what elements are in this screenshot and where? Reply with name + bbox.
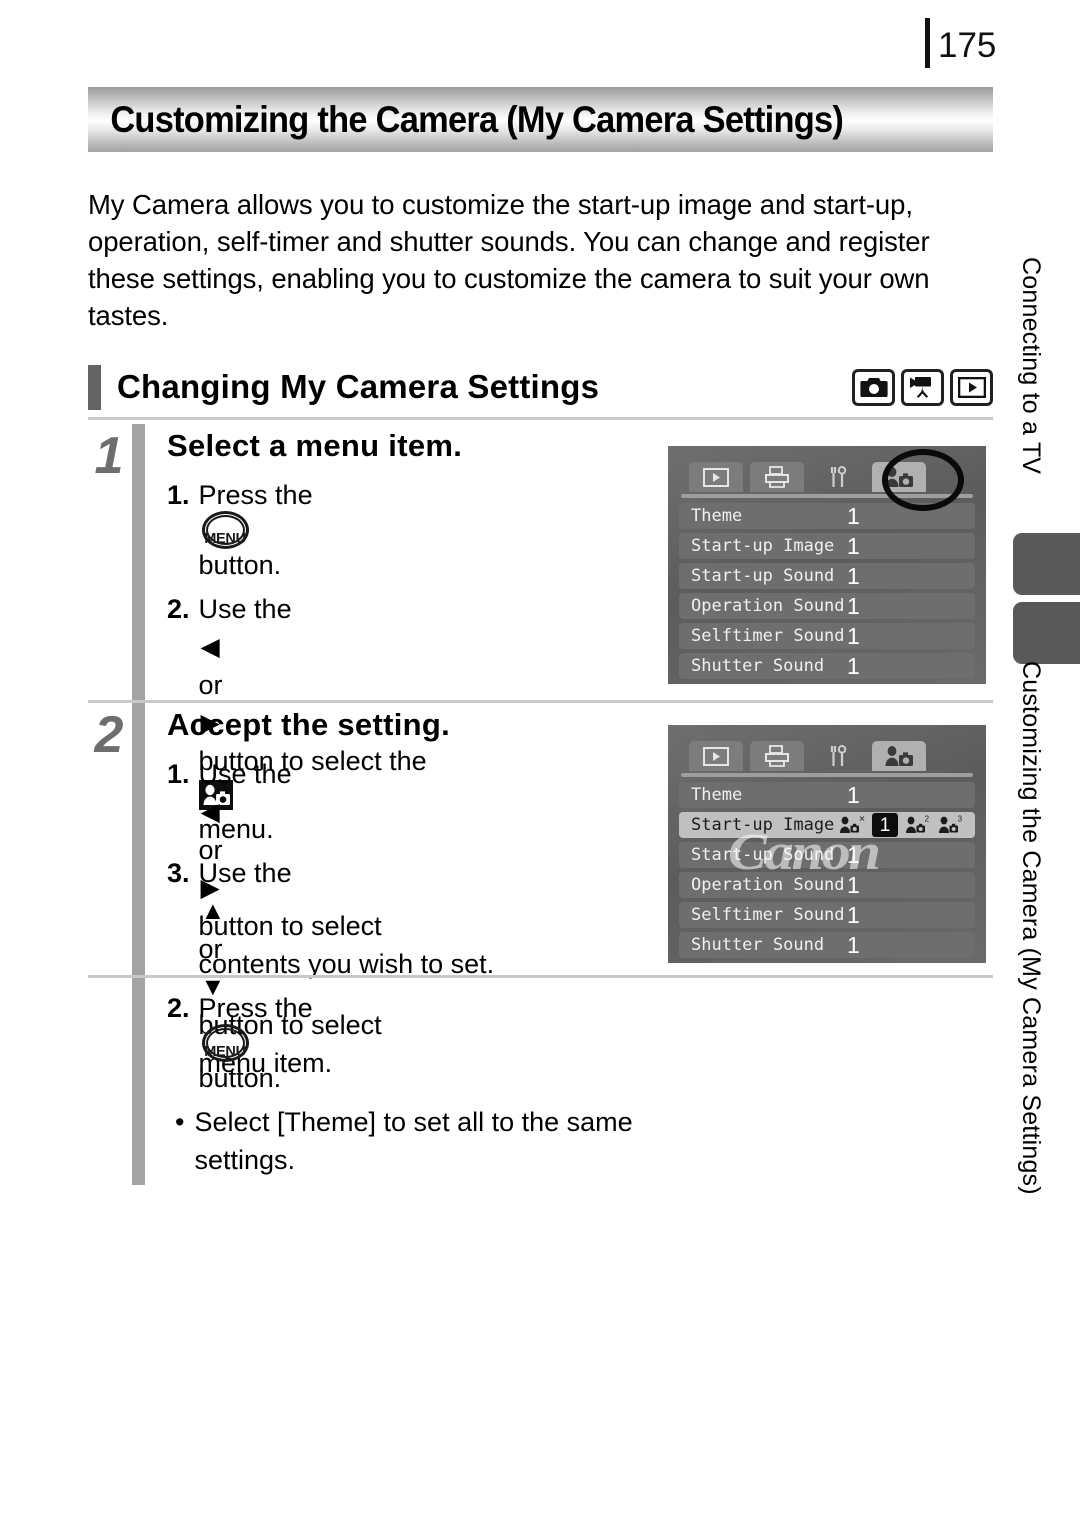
section-heading: Changing My Camera Settings [88, 362, 993, 412]
step-2-item-2: 2. Press the MENU button. [167, 989, 993, 1097]
step-2-item-2-pre: Press the [198, 993, 313, 1023]
step-2-item-3-post: Select [Theme] to set all to the same [194, 1107, 633, 1137]
lcd1-row-startup-sound[interactable]: Start-up Sound 1 [679, 563, 975, 589]
step-2-item-2-text: Press the MENU button. [199, 989, 993, 1097]
lcd1-tab-bar [679, 456, 975, 492]
sidebar-tab-2[interactable] [1013, 602, 1080, 664]
sidebar-chapter-current: Customizing the Camera (My Camera Settin… [1017, 661, 1045, 1195]
intro-paragraph: My Camera allows you to customize the st… [88, 186, 998, 334]
lcd1-row-startup-image[interactable]: Start-up Image 1 [679, 533, 975, 559]
lcd2-row-startup-image[interactable]: Start-up Image ✕ 1 2 3 [679, 812, 975, 838]
lcd2-row-shutter-sound-value: 1 [847, 931, 860, 958]
mode-icon-group [852, 368, 993, 406]
section-underline [88, 417, 993, 420]
step-2-item-3: • Select [Theme] to set all to the same … [167, 1103, 993, 1179]
lcd1-setup-tab[interactable] [811, 462, 865, 492]
lcd2-row-startup-sound-value: 1 [847, 841, 860, 868]
menu-button-label: MENU [204, 1044, 246, 1060]
lcd1-print-tab[interactable] [750, 462, 804, 492]
lcd2-print-tab[interactable] [750, 741, 804, 771]
lcd1-row-selftimer-sound-value: 1 [847, 622, 860, 649]
lcd2-row-selftimer-sound-value: 1 [847, 901, 860, 928]
page-number-group: 175 [925, 18, 996, 68]
lcd2-row-operation-sound[interactable]: Operation Sound 1 [679, 872, 975, 898]
page-number-rule [925, 18, 930, 68]
sidebar-chapter-previous: Connecting to a TV [1017, 257, 1045, 475]
svg-text:2: 2 [925, 815, 930, 823]
step-2-item-3-marker: • [175, 1107, 185, 1137]
lcd2-row-shutter-sound[interactable]: Shutter Sound 1 [679, 932, 975, 958]
lcd1-row-operation-sound-label: Operation Sound [691, 596, 845, 616]
lcd2-row-startup-image-label: Start-up Image [691, 815, 835, 835]
lcd1-row-startup-image-value: 1 [847, 532, 860, 559]
startup-image-option-2-icon[interactable]: 2 [905, 814, 931, 835]
lcd2-row-theme-value: 1 [847, 781, 860, 808]
manual-page: 175 Customizing the Camera (My Camera Se… [0, 0, 1080, 1521]
lcd2-row-startup-sound-label: Start-up Sound [691, 845, 835, 865]
svg-text:3: 3 [958, 815, 963, 823]
lcd2-row-theme[interactable]: Theme 1 [679, 782, 975, 808]
step-2-item-3-post2: settings. [194, 1145, 296, 1175]
intro-line-1: My Camera allows you to customize the st… [88, 189, 913, 220]
lcd1-row-theme-label: Theme [691, 506, 743, 526]
playback-icon [950, 368, 993, 406]
section-title: Changing My Camera Settings [117, 368, 600, 405]
lcd2-row-theme-label: Theme [691, 785, 743, 805]
lcd2-my-camera-tab[interactable] [872, 741, 926, 771]
lcd1-row-startup-sound-label: Start-up Sound [691, 566, 835, 586]
lcd1-row-selftimer-sound[interactable]: Selftimer Sound 1 [679, 623, 975, 649]
lcd2-row-shutter-sound-label: Shutter Sound [691, 935, 825, 955]
lcd1-row-shutter-sound-label: Shutter Sound [691, 656, 825, 676]
lcd1-row-theme[interactable]: Theme 1 [679, 503, 975, 529]
svg-text:✕: ✕ [859, 815, 865, 823]
intro-line-2: operation, self-timer and shutter sounds… [88, 226, 930, 257]
lcd1-tab-underline [681, 494, 973, 498]
lcd-screenshot-1: Theme 1 Start-up Image 1 Start-up Sound … [668, 446, 986, 684]
lcd1-row-shutter-sound[interactable]: Shutter Sound 1 [679, 653, 975, 679]
intro-line-4: tastes. [88, 300, 169, 331]
lcd2-row-operation-sound-label: Operation Sound [691, 875, 845, 895]
lcd1-my-camera-tab[interactable] [872, 462, 926, 492]
lcd2-setup-tab[interactable] [811, 741, 865, 771]
lcd1-row-startup-image-label: Start-up Image [691, 536, 835, 556]
intro-line-3: these settings, enabling you to customiz… [88, 263, 930, 294]
lcd1-row-theme-value: 1 [847, 502, 860, 529]
lcd2-playback-tab[interactable] [689, 741, 743, 771]
lcd2-startup-image-options: ✕ 1 2 3 [839, 813, 964, 837]
step-2-number: 2 [94, 706, 124, 764]
lcd1-row-selftimer-sound-label: Selftimer Sound [691, 626, 845, 646]
step-2-item-2-post: button. [198, 1063, 282, 1093]
lcd-screenshot-2: Theme 1 Start-up Image ✕ 1 2 3 Start-up … [668, 725, 986, 963]
startup-image-option-3-icon[interactable]: 3 [938, 814, 964, 835]
menu-button-label: MENU [204, 531, 246, 547]
still-camera-icon [852, 368, 895, 406]
menu-button-icon: MENU [201, 1024, 249, 1062]
lcd1-row-shutter-sound-value: 1 [847, 652, 860, 679]
step-2-item-2-marker: 2. [167, 993, 190, 1023]
page-number: 175 [938, 25, 997, 65]
lcd2-row-operation-sound-value: 1 [847, 871, 860, 898]
startup-image-option-1-selected[interactable]: 1 [872, 813, 898, 837]
step-2-item-1-marker: 1. [167, 759, 190, 789]
lcd2-row-startup-sound[interactable]: Start-up Sound 1 [679, 842, 975, 868]
menu-button-icon: MENU [201, 511, 249, 549]
lcd2-tab-bar [679, 735, 975, 771]
sidebar-tab-1[interactable] [1013, 533, 1080, 595]
lcd1-row-operation-sound[interactable]: Operation Sound 1 [679, 593, 975, 619]
step-bottom-rule [88, 975, 993, 978]
lcd1-row-operation-sound-value: 1 [847, 592, 860, 619]
lcd2-tab-underline [681, 773, 973, 777]
chapter-banner: Customizing the Camera (My Camera Settin… [88, 87, 993, 152]
startup-image-option-off-icon[interactable]: ✕ [839, 814, 865, 835]
movie-camera-icon [901, 368, 944, 406]
step-2-accent-bar [132, 703, 145, 1185]
lcd2-row-selftimer-sound-label: Selftimer Sound [691, 905, 845, 925]
section-accent-bar [88, 364, 101, 410]
step-2-item-3-text: Select [Theme] to set all to the same se… [194, 1103, 993, 1179]
lcd2-row-selftimer-sound[interactable]: Selftimer Sound 1 [679, 902, 975, 928]
chapter-title: Customizing the Camera (My Camera Settin… [110, 98, 844, 140]
lcd1-row-startup-sound-value: 1 [847, 562, 860, 589]
step-1-item-1-marker: 1. [167, 480, 190, 510]
lcd1-playback-tab[interactable] [689, 462, 743, 492]
